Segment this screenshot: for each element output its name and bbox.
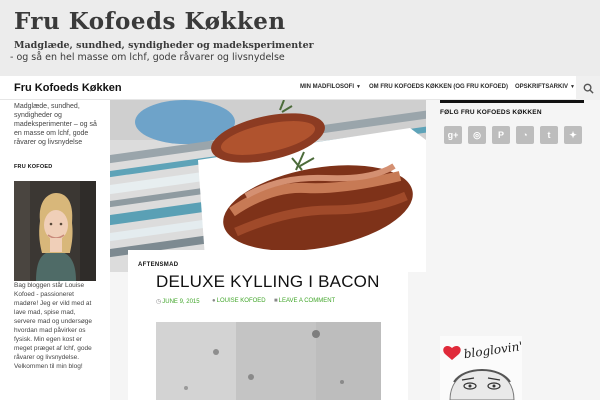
bloglovin-logo: bloglovin' bbox=[440, 336, 522, 400]
post-content-image[interactable] bbox=[156, 322, 381, 400]
post-author-link[interactable]: ●LOUISE KOFOED bbox=[212, 298, 266, 304]
post-title-link[interactable]: DELUXE KYLLING I BACON bbox=[156, 272, 380, 292]
main-content: AFTENSMAD DELUXE KYLLING I BACON ◷JUNE 9… bbox=[110, 100, 426, 400]
author-portrait[interactable] bbox=[14, 181, 96, 281]
clock-icon: ◷ bbox=[156, 299, 162, 305]
author-bio: Bag bloggen står Louise Kofoed - passion… bbox=[14, 282, 93, 370]
rss-icon[interactable]: ◔ bbox=[516, 126, 534, 144]
google-plus-icon[interactable]: g+ bbox=[444, 126, 462, 144]
search-button[interactable] bbox=[576, 76, 600, 100]
post-author: LOUISE KOFOED bbox=[216, 298, 266, 304]
banner-subtitle: Madglæde, sundhed, syndigheder og madeks… bbox=[14, 40, 314, 51]
twitter-icon[interactable]: ✦ bbox=[564, 126, 582, 144]
widget-divider bbox=[440, 100, 584, 103]
header-banner: Fru Kofoeds Køkken Madglæde, sundhed, sy… bbox=[0, 0, 600, 76]
instagram-icon[interactable]: ◎ bbox=[468, 126, 486, 144]
post-comment-label: LEAVE A COMMENT bbox=[278, 298, 336, 304]
banner-subtitle-secondary: - og så en hel masse om lchf, gode råvar… bbox=[10, 52, 285, 63]
site-tagline: Madglæde, sundhed, syndigheder og madeks… bbox=[14, 103, 97, 146]
leave-comment-link[interactable]: ■LEAVE A COMMENT bbox=[274, 298, 335, 304]
caret-down-icon: ▼ bbox=[356, 84, 361, 90]
user-icon: ● bbox=[212, 298, 216, 304]
pinterest-icon[interactable]: P bbox=[492, 126, 510, 144]
nav-item-opskriftsarkiv[interactable]: Opskriftsarkiv ▼ bbox=[515, 84, 575, 90]
caret-down-icon: ▼ bbox=[570, 84, 575, 90]
nav-item-label: Om Fru Kofoeds Køkken (og Fru Kofoed) bbox=[369, 84, 508, 90]
tumblr-icon[interactable]: t bbox=[540, 126, 558, 144]
post-date: JUNE 9, 2015 bbox=[162, 299, 200, 305]
featured-image[interactable] bbox=[110, 100, 426, 272]
banner-title[interactable]: Fru Kofoeds Køkken bbox=[14, 8, 286, 35]
widget-heading-follow: FØLG FRU KOFOEDS KØKKEN bbox=[440, 109, 542, 116]
nav-item-label: Min madfilosofi bbox=[300, 84, 354, 90]
nav-item-label: Opskriftsarkiv bbox=[515, 84, 569, 90]
post-date-link[interactable]: ◷JUNE 9, 2015 bbox=[156, 298, 200, 305]
left-sidebar: Madglæde, sundhed, syndigheder og madeks… bbox=[0, 100, 110, 400]
widget-heading-fru-kofoed: FRU KOFOED bbox=[14, 164, 53, 170]
nav-item-om-fru-kofoeds-kokken[interactable]: Om Fru Kofoeds Køkken (og Fru Kofoed) bbox=[369, 84, 508, 90]
right-sidebar: FØLG FRU KOFOEDS KØKKEN g+ ◎ P ◔ t ✦ blo… bbox=[426, 100, 600, 400]
search-icon bbox=[583, 83, 594, 94]
post-category-link[interactable]: AFTENSMAD bbox=[138, 262, 178, 268]
bloglovin-badge[interactable]: bloglovin' bbox=[440, 336, 522, 400]
navigation-bar: Fru Kofoeds Køkken Min madfilosofi ▼ Om F… bbox=[0, 76, 600, 100]
site-title-link[interactable]: Fru Kofoeds Køkken bbox=[14, 82, 122, 94]
nav-item-min-madfilosofi[interactable]: Min madfilosofi ▼ bbox=[300, 84, 361, 90]
comment-icon: ■ bbox=[274, 298, 278, 304]
